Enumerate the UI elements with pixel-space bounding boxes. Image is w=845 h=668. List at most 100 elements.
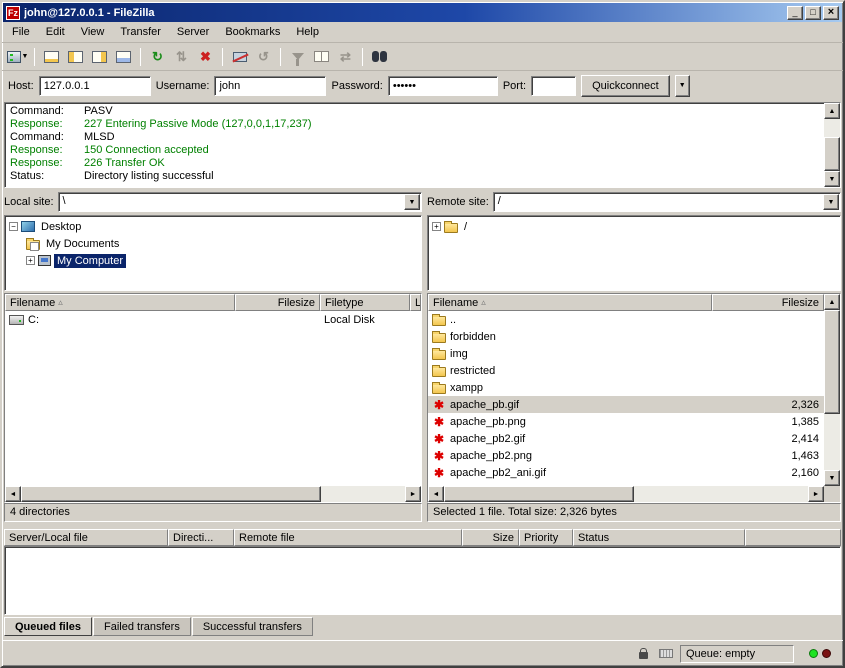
tab-successful-transfers[interactable]: Successful transfers bbox=[192, 617, 313, 636]
find-button[interactable] bbox=[368, 46, 391, 68]
file-row-selected[interactable]: ✱ apache_pb.gif 2,326 bbox=[428, 396, 824, 413]
menu-help[interactable]: Help bbox=[288, 23, 327, 42]
tree-item-my-computer[interactable]: + My Computer bbox=[6, 252, 420, 269]
toggle-remote-tree-button[interactable] bbox=[88, 46, 111, 68]
local-list-header: Filename ▵ Filesize Filetype L bbox=[5, 294, 421, 311]
file-row[interactable]: C: Local Disk bbox=[5, 311, 421, 328]
disconnect-button[interactable] bbox=[228, 46, 251, 68]
scrollbar-thumb[interactable] bbox=[824, 137, 840, 171]
tree-item-desktop[interactable]: − Desktop bbox=[6, 218, 420, 235]
refresh-button[interactable]: ↻ bbox=[146, 46, 169, 68]
menu-server[interactable]: Server bbox=[169, 23, 217, 42]
menu-edit[interactable]: Edit bbox=[38, 23, 73, 42]
scroll-down-icon[interactable]: ▼ bbox=[824, 470, 840, 486]
column-status[interactable]: Status bbox=[573, 529, 745, 546]
reconnect-button[interactable]: ↺ bbox=[252, 46, 275, 68]
column-priority[interactable]: Priority bbox=[519, 529, 573, 546]
file-row[interactable]: img bbox=[428, 345, 824, 362]
speed-limits-icon[interactable] bbox=[657, 645, 675, 662]
scrollbar-corner bbox=[824, 486, 840, 502]
file-row[interactable]: ✱ apache_pb2.png 1,463 bbox=[428, 447, 824, 464]
remote-horizontal-scrollbar[interactable]: ◄ ► bbox=[428, 486, 824, 502]
username-input[interactable] bbox=[214, 76, 326, 96]
menu-transfer[interactable]: Transfer bbox=[112, 23, 169, 42]
log-vertical-scrollbar[interactable]: ▲ ▼ bbox=[824, 103, 840, 187]
sync-browse-button[interactable]: ⇄ bbox=[334, 46, 357, 68]
column-filesize[interactable]: Filesize bbox=[712, 294, 824, 311]
file-row[interactable]: forbidden bbox=[428, 328, 824, 345]
file-row[interactable]: ✱ apache_pb.png 1,385 bbox=[428, 413, 824, 430]
menu-view[interactable]: View bbox=[73, 23, 113, 42]
local-horizontal-scrollbar[interactable]: ◄ ► bbox=[5, 486, 421, 502]
port-input[interactable] bbox=[531, 76, 576, 96]
image-file-icon: ✱ bbox=[432, 399, 446, 411]
scroll-up-icon[interactable]: ▲ bbox=[824, 103, 840, 119]
toggle-message-log-button[interactable] bbox=[40, 46, 63, 68]
log-text: PASV bbox=[84, 105, 113, 118]
filter-button[interactable] bbox=[286, 46, 309, 68]
tree-item-my-documents[interactable]: My Documents bbox=[6, 235, 420, 252]
cancel-button[interactable]: ✖ bbox=[194, 46, 217, 68]
scroll-down-icon[interactable]: ▼ bbox=[824, 171, 840, 187]
column-direction[interactable]: Directi... bbox=[168, 529, 234, 546]
queue-body[interactable] bbox=[4, 546, 841, 615]
column-filename[interactable]: Filename ▵ bbox=[428, 294, 712, 311]
column-server-local-file[interactable]: Server/Local file bbox=[4, 529, 168, 546]
password-input[interactable] bbox=[388, 76, 498, 96]
remote-site-combo[interactable]: / ▼ bbox=[493, 192, 841, 212]
maximize-button[interactable]: □ bbox=[805, 6, 821, 20]
column-filename[interactable]: Filename ▵ bbox=[5, 294, 235, 311]
folder-icon bbox=[432, 350, 446, 360]
file-name: forbidden bbox=[450, 331, 496, 343]
file-name: xampp bbox=[450, 382, 483, 394]
scroll-right-icon[interactable]: ► bbox=[405, 486, 421, 502]
menu-file[interactable]: File bbox=[4, 23, 38, 42]
log-line: Response: 150 Connection accepted bbox=[6, 144, 823, 157]
chevron-down-icon[interactable]: ▼ bbox=[823, 194, 839, 210]
scroll-left-icon[interactable]: ◄ bbox=[428, 486, 444, 502]
file-row[interactable]: ✱ apache_pb2_ani.gif 2,160 bbox=[428, 464, 824, 481]
scrollbar-thumb[interactable] bbox=[21, 486, 321, 502]
local-site-combo[interactable]: \ ▼ bbox=[58, 192, 422, 212]
log-text: 226 Transfer OK bbox=[84, 157, 165, 170]
scroll-up-icon[interactable]: ▲ bbox=[824, 294, 840, 310]
host-input[interactable] bbox=[39, 76, 151, 96]
site-manager-button[interactable]: ▼ bbox=[6, 46, 29, 68]
quickconnect-button[interactable]: Quickconnect bbox=[581, 75, 670, 97]
file-row[interactable]: xampp bbox=[428, 379, 824, 396]
minimize-button[interactable]: _ bbox=[787, 6, 803, 20]
column-size[interactable]: Size bbox=[462, 529, 519, 546]
column-filesize[interactable]: Filesize bbox=[235, 294, 320, 311]
tree-item-root[interactable]: + / bbox=[429, 218, 839, 235]
close-button[interactable]: × bbox=[823, 6, 839, 20]
scroll-right-icon[interactable]: ► bbox=[808, 486, 824, 502]
collapse-icon[interactable]: − bbox=[9, 222, 18, 231]
local-tree: − Desktop My Documents + My Computer bbox=[4, 215, 422, 291]
scroll-left-icon[interactable]: ◄ bbox=[5, 486, 21, 502]
file-name: C: bbox=[28, 314, 39, 326]
file-row[interactable]: .. bbox=[428, 311, 824, 328]
compare-button[interactable] bbox=[310, 46, 333, 68]
quickconnect-dropdown-button[interactable]: ▼ bbox=[675, 75, 690, 97]
chevron-down-icon: ▼ bbox=[679, 82, 686, 89]
chevron-down-icon[interactable]: ▼ bbox=[404, 194, 420, 210]
toggle-transfer-queue-button[interactable] bbox=[112, 46, 135, 68]
scrollbar-thumb[interactable] bbox=[824, 310, 840, 414]
column-remote-file[interactable]: Remote file bbox=[234, 529, 462, 546]
file-row[interactable]: restricted bbox=[428, 362, 824, 379]
file-row[interactable]: ✱ apache_pb2.gif 2,414 bbox=[428, 430, 824, 447]
expand-icon[interactable]: + bbox=[432, 222, 441, 231]
column-filetype[interactable]: Filetype bbox=[320, 294, 410, 311]
folder-icon bbox=[432, 367, 446, 377]
toggle-local-tree-button[interactable] bbox=[64, 46, 87, 68]
titlebar[interactable]: Fz john@127.0.0.1 - FileZilla _ □ × bbox=[3, 3, 842, 22]
process-queue-button[interactable]: ⇅ bbox=[170, 46, 193, 68]
remote-vertical-scrollbar[interactable]: ▲ ▼ bbox=[824, 294, 840, 486]
tab-queued-files[interactable]: Queued files bbox=[4, 617, 92, 636]
column-last-modified[interactable]: L bbox=[410, 294, 421, 311]
scrollbar-thumb[interactable] bbox=[444, 486, 634, 502]
menu-bookmarks[interactable]: Bookmarks bbox=[217, 23, 288, 42]
expand-icon[interactable]: + bbox=[26, 256, 35, 265]
encryption-status-icon[interactable] bbox=[634, 645, 652, 662]
tab-failed-transfers[interactable]: Failed transfers bbox=[93, 617, 191, 636]
